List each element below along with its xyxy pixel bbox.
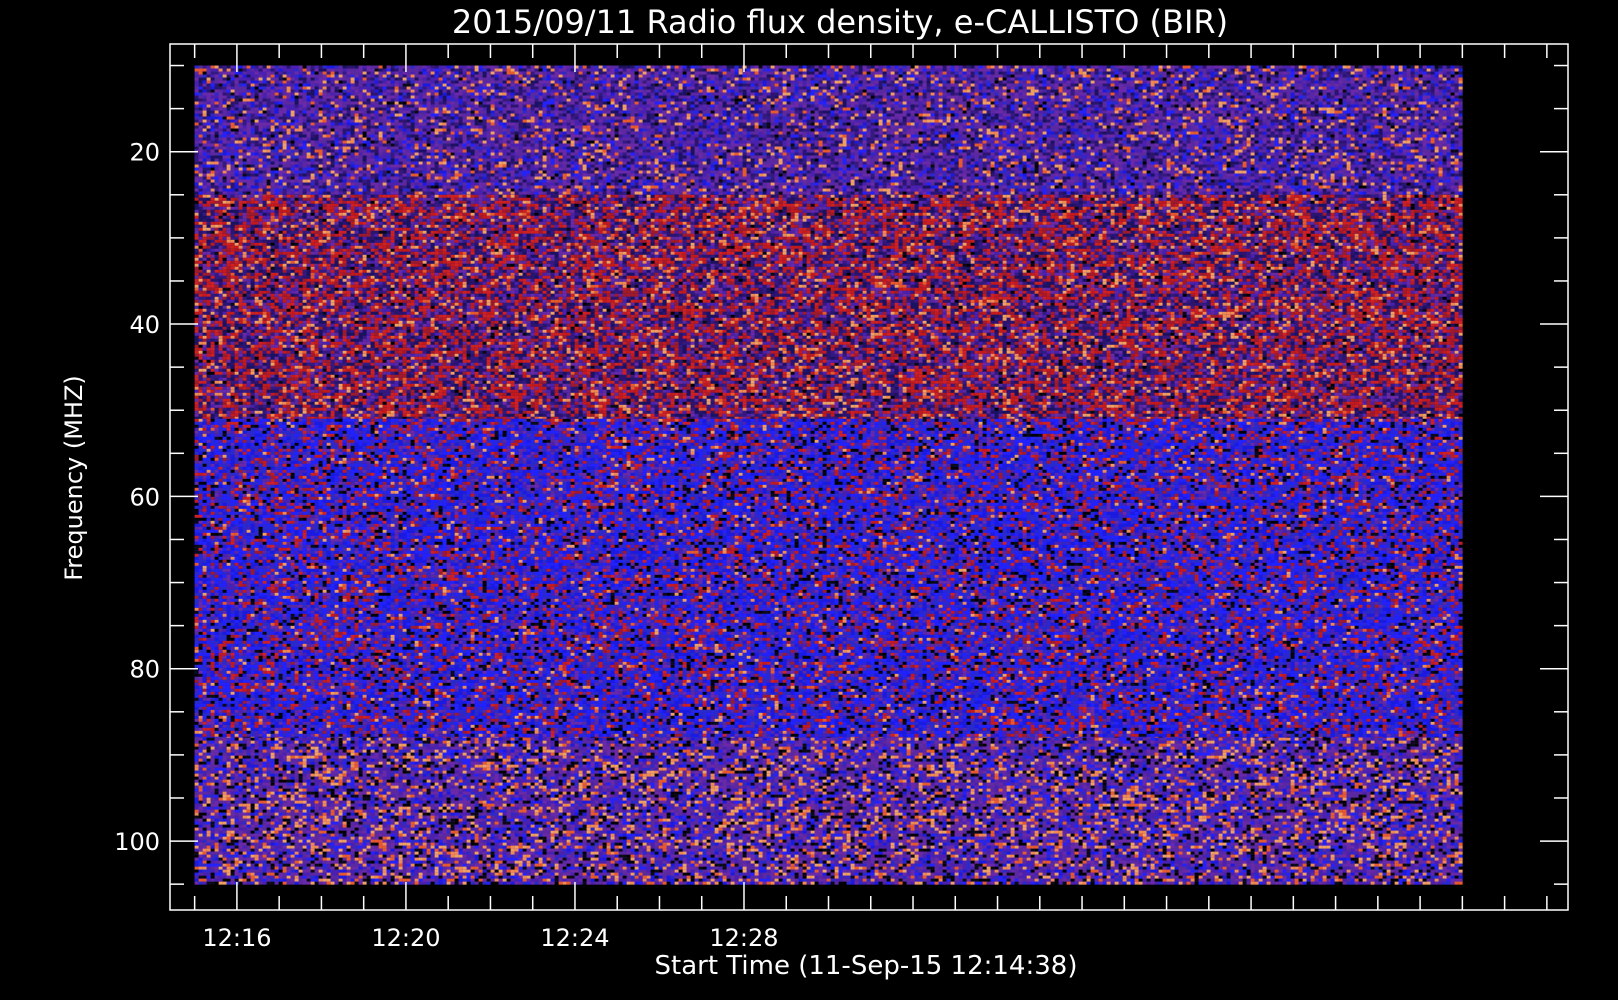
y-tick-label: 80 xyxy=(129,656,160,684)
x-tick-label: 12:16 xyxy=(202,924,271,952)
y-tick-label: 100 xyxy=(114,828,160,856)
y-tick-label: 40 xyxy=(129,311,160,339)
y-tick-label: 60 xyxy=(129,483,160,511)
heatmap-band-3 xyxy=(195,419,1463,740)
y-tick-label: 20 xyxy=(129,139,160,167)
spectrogram-figure: 20 40 60 80 100 12:16 12:20 12:24 12:28 2015/09… xyxy=(0,0,1618,1000)
x-tick-label: 12:24 xyxy=(540,924,609,952)
chart-title: 2015/09/11 Radio flux density, e-CALLIST… xyxy=(452,3,1228,41)
y-axis-label: Frequency (MHZ) xyxy=(60,375,88,581)
heatmap-band-1 xyxy=(195,66,1463,198)
x-axis-label: Start Time (11-Sep-15 12:14:38) xyxy=(655,951,1078,981)
spectrogram-heatmap xyxy=(195,66,1463,885)
heatmap-band-4 xyxy=(195,738,1463,885)
x-tick-label: 12:20 xyxy=(371,924,440,952)
heatmap-band-2 xyxy=(195,195,1463,420)
spectrogram-plot-area xyxy=(170,44,1568,910)
x-tick-label: 12:28 xyxy=(709,924,778,952)
